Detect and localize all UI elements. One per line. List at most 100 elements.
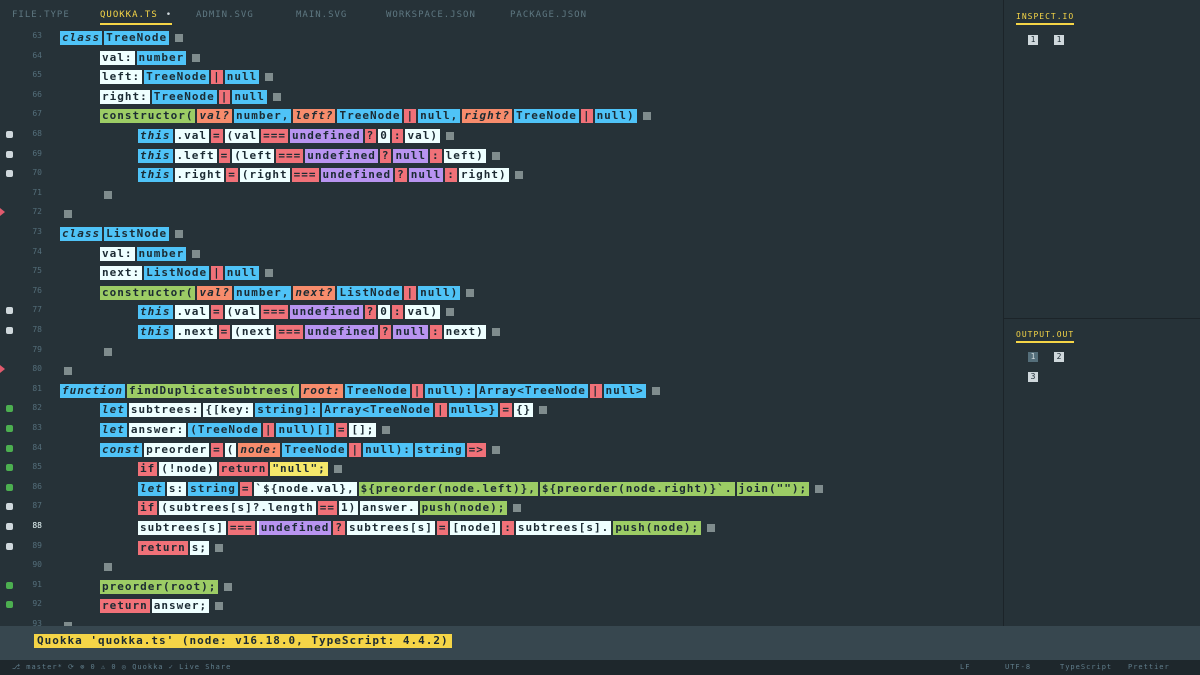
code-line[interactable]: 65 left: TreeNode | null: [0, 67, 1003, 86]
code-token: val:: [100, 50, 135, 65]
code-line[interactable]: 76 constructor(val? number, next? ListNode | n…: [0, 283, 1003, 302]
tab-label: MAIN.SVG: [296, 10, 348, 20]
code-line[interactable]: 75 next: ListNode | null: [0, 263, 1003, 282]
coverage-uncovered-icon: [6, 131, 13, 138]
inline-marker-icon: [815, 484, 824, 493]
code-token: push(node);: [613, 521, 702, 535]
coverage-covered-icon: [6, 601, 13, 609]
code-token: ?: [395, 168, 407, 183]
tab-admin-svg[interactable]: ADMIN.SVG: [196, 10, 254, 20]
code-token: ===: [291, 168, 319, 183]
code-token: let: [100, 423, 127, 437]
code-token: :: [429, 148, 442, 163]
code-token: null)[]: [276, 423, 334, 437]
line-number: 92: [32, 599, 42, 609]
code-line[interactable]: 84 const preorder =(node: TreeNode | null): str…: [0, 440, 1003, 459]
fold-arrow-icon[interactable]: [0, 365, 5, 374]
tab-quokka-ts[interactable]: QUOKKA.TS •: [100, 10, 173, 25]
code-line[interactable]: 74 val: number: [0, 244, 1003, 263]
code-editor[interactable]: 63 class TreeNode 64 val: number 65 left: TreeNo…: [0, 28, 1003, 630]
tab-package-json[interactable]: PACKAGE.JSON: [510, 10, 587, 20]
code-line[interactable]: 67 constructor(val? number, left? TreeNode | n…: [0, 106, 1003, 125]
code-line[interactable]: 78 this .next = (next === undefined? null: next): [0, 322, 1003, 341]
tab-workspace-json[interactable]: WORKSPACE.JSON: [386, 10, 476, 20]
code-content: this .next = (next === undefined? null: next): [138, 323, 500, 340]
fold-arrow-icon[interactable]: [0, 208, 5, 217]
code-line[interactable]: 90: [0, 557, 1003, 576]
code-line[interactable]: 69 this .left = (left === undefined? null: left): [0, 146, 1003, 165]
output-chip-1[interactable]: 1: [1028, 352, 1038, 362]
code-line[interactable]: 66 right: TreeNode | null: [0, 87, 1003, 106]
code-line[interactable]: 89 return s;: [0, 538, 1003, 557]
tab-main-svg[interactable]: MAIN.SVG: [296, 10, 347, 20]
inline-marker-icon: [445, 308, 454, 317]
code-token: function: [60, 383, 125, 398]
code-token: preorder(root);: [100, 579, 219, 594]
code-token: ===: [261, 129, 288, 143]
tab-label: QUOKKA.TS: [100, 10, 158, 20]
tab-label: ADMIN.SVG: [196, 10, 254, 20]
code-line[interactable]: 70 this .right = (right === undefined? null: rig…: [0, 165, 1003, 184]
code-token: return: [138, 540, 188, 555]
code-line[interactable]: 72: [0, 204, 1003, 223]
output-chip-3[interactable]: 3: [1028, 372, 1038, 382]
code-line[interactable]: 77 this .val = (val === undefined? 0: val): [0, 302, 1003, 321]
inspect-chip-2[interactable]: 1: [1054, 35, 1064, 45]
code-line[interactable]: 68 this .val = (val === undefined? 0: val): [0, 126, 1003, 145]
code-token: ===: [276, 325, 304, 339]
code-line[interactable]: 82 let subtrees: {[key: string]: Array<TreeNo…: [0, 400, 1003, 419]
code-line[interactable]: 88 subtrees[s] === undefined? subtrees[s] = [n…: [0, 518, 1003, 537]
code-line[interactable]: 63 class TreeNode: [0, 28, 1003, 47]
inspect-panel-title: INSPECT.IO: [1016, 12, 1075, 25]
code-content: return s;: [138, 539, 223, 556]
coverage-covered-icon: [6, 425, 13, 432]
code-line[interactable]: 64 val: number: [0, 48, 1003, 67]
coverage-covered-icon: [6, 483, 13, 491]
code-line[interactable]: 85 if (!node) return "null";: [0, 459, 1003, 478]
code-line[interactable]: 80: [0, 361, 1003, 380]
code-line[interactable]: 91 preorder(root);: [0, 577, 1003, 596]
code-token: |: [262, 423, 275, 437]
code-token: |: [404, 109, 417, 124]
line-number: 84: [32, 442, 42, 452]
code-line[interactable]: 83 let answer: (TreeNode | null)[] = [];: [0, 420, 1003, 439]
code-content: function findDuplicateSubtrees(root: TreeN…: [60, 382, 660, 399]
status-encoding[interactable]: UTF-8: [1005, 663, 1031, 671]
inline-marker-icon: [64, 367, 72, 376]
code-token: .left: [174, 148, 217, 163]
status-eol[interactable]: LF: [960, 663, 970, 671]
line-number: 66: [32, 89, 42, 99]
code-token: root:: [300, 383, 343, 398]
code-line[interactable]: 73 class ListNode: [0, 224, 1003, 243]
line-number: 90: [32, 560, 42, 570]
tab-file-type[interactable]: FILE.TYPE: [12, 10, 70, 20]
line-number: 79: [32, 344, 42, 354]
code-line[interactable]: 92 return answer;: [0, 596, 1003, 615]
inline-marker-icon: [175, 230, 184, 238]
output-chip-2[interactable]: 2: [1054, 352, 1064, 362]
line-number: 82: [32, 403, 42, 413]
code-token: "null";: [270, 462, 328, 477]
status-language[interactable]: TypeScript: [1060, 663, 1112, 671]
code-line[interactable]: 79: [0, 342, 1003, 361]
inspect-chip-1[interactable]: 1: [1028, 35, 1038, 45]
code-line[interactable]: 87 if (subtrees[s]?.length == 1) answer. push(…: [0, 498, 1003, 517]
code-token: string: [414, 442, 465, 457]
code-line[interactable]: 86 let s: string = `${node.val}, ${preorder(no…: [0, 479, 1003, 498]
code-token: {}: [513, 403, 534, 418]
code-line[interactable]: 71: [0, 185, 1003, 204]
code-token: =: [226, 168, 238, 183]
status-left[interactable]: ⎇ master* ⟳ ⊗ 0 ⚠ 0 ◎ Quokka ✓ Live Shar…: [12, 663, 231, 671]
code-token: ==: [317, 501, 337, 516]
line-number: 75: [32, 266, 42, 276]
code-token: =>: [466, 442, 486, 457]
inline-marker-icon: [192, 53, 201, 62]
code-line[interactable]: 81 function findDuplicateSubtrees(root: Tre…: [0, 381, 1003, 400]
code-token: number,: [233, 109, 292, 124]
code-content: [100, 343, 112, 360]
code-token: =: [239, 481, 252, 496]
line-number: 80: [32, 364, 42, 374]
code-content: val: number: [100, 245, 201, 262]
status-formatter[interactable]: Prettier: [1128, 663, 1170, 671]
code-token: left): [443, 148, 486, 163]
